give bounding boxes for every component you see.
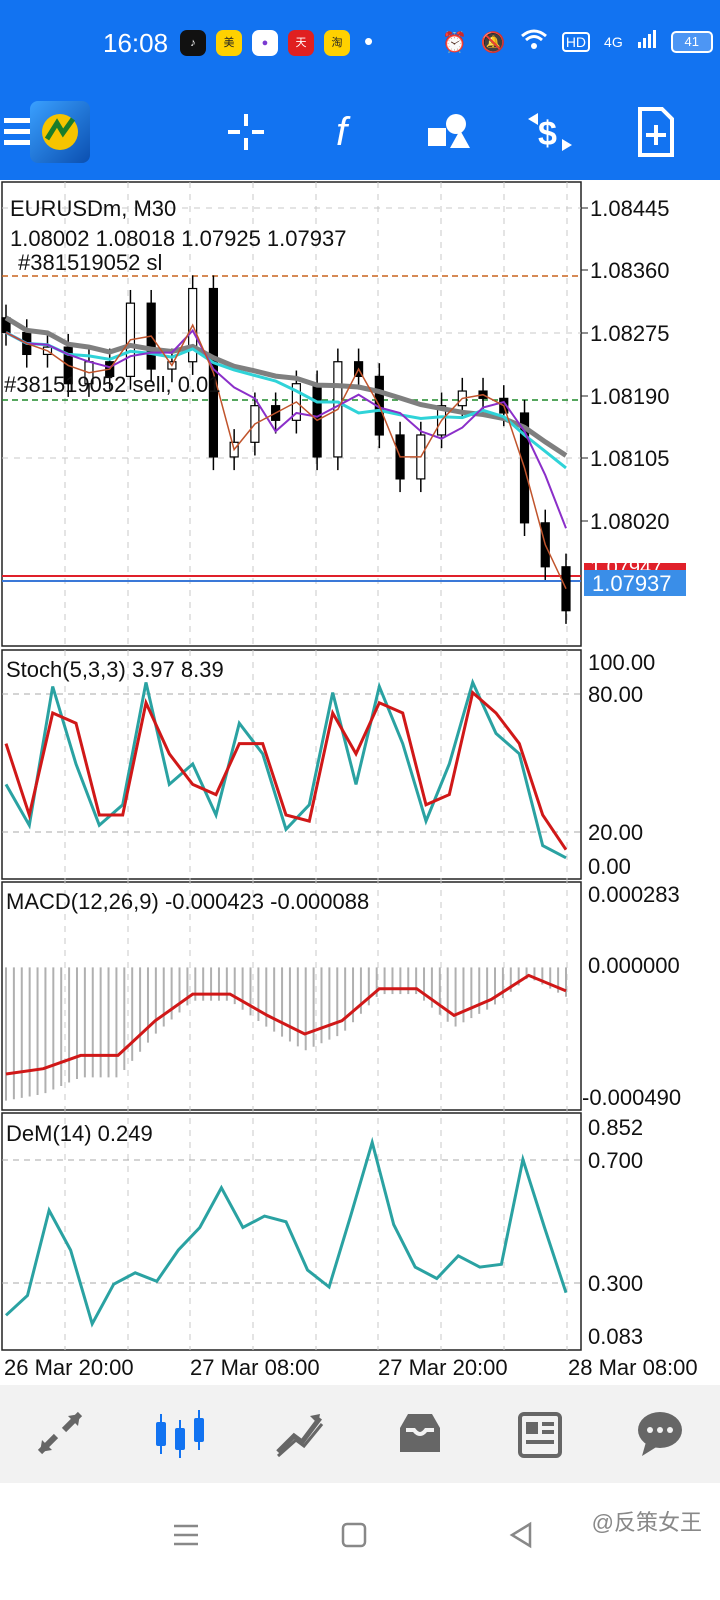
dem-axis-tick: 0.300 bbox=[588, 1271, 643, 1296]
price-tick: 1.08190 bbox=[590, 384, 670, 409]
stoch-label: Stoch(5,3,3) 3.97 8.39 bbox=[6, 657, 224, 682]
price-tick: 1.08275 bbox=[590, 321, 670, 346]
candles bbox=[1, 275, 571, 624]
dem-axis-tick: 0.700 bbox=[588, 1148, 643, 1173]
symbol-label: EURUSDm, M30 bbox=[10, 196, 176, 221]
svg-text:f: f bbox=[336, 110, 351, 154]
network-label: 4G bbox=[604, 34, 623, 50]
chat-icon[interactable] bbox=[625, 1399, 695, 1469]
alarm-icon: ⏰ bbox=[442, 31, 467, 54]
quotes-icon[interactable] bbox=[25, 1399, 95, 1469]
price-tick: 1.08105 bbox=[590, 446, 670, 471]
candle-body bbox=[561, 566, 571, 612]
ohlc-label: 1.08002 1.08018 1.07925 1.07937 bbox=[10, 226, 346, 251]
app-root: 16:08 ♪ 美 ● 天 淘 • ⏰ 🔕 HD 4G 41 f $ EURUS… bbox=[0, 0, 720, 1600]
chart-icon[interactable] bbox=[145, 1399, 215, 1469]
new-order-icon[interactable] bbox=[626, 102, 686, 162]
trade-icon[interactable]: $ bbox=[520, 102, 580, 162]
dem-axis-tick: 0.083 bbox=[588, 1324, 643, 1349]
current-price-label: 1.07937 bbox=[592, 571, 672, 596]
taobao-icon: 淘 bbox=[324, 30, 350, 56]
time-tick: 27 Mar 20:00 bbox=[378, 1355, 508, 1380]
price-axis: 1.08445 1.08360 1.08275 1.08190 1.08105 … bbox=[581, 196, 686, 596]
time-tick: 27 Mar 08:00 bbox=[190, 1355, 320, 1380]
back-icon[interactable] bbox=[508, 1521, 536, 1554]
stoch-axis-tick: 0.00 bbox=[588, 854, 631, 879]
sell-order-label: #381519052 sell, 0.01 bbox=[4, 372, 221, 397]
function-icon[interactable]: f bbox=[318, 102, 378, 162]
objects-icon[interactable] bbox=[420, 102, 480, 162]
battery-icon: 41 bbox=[670, 31, 713, 53]
price-tick: 1.08360 bbox=[590, 258, 670, 283]
dem-label: DeM(14) 0.249 bbox=[6, 1121, 153, 1146]
notification-icons: ♪ 美 ● 天 淘 bbox=[180, 30, 350, 56]
time-tick: 26 Mar 20:00 bbox=[4, 1355, 134, 1380]
stoch-axis-tick: 80.00 bbox=[588, 682, 643, 707]
macd-pane: MACD(12,26,9) -0.000423 -0.000088 0.0002… bbox=[5, 882, 681, 1110]
app-icon: ● bbox=[252, 30, 278, 56]
stoch-pane-border bbox=[1, 649, 582, 880]
stoch-main-line bbox=[4, 678, 567, 860]
watermark-text: @反策女王 bbox=[591, 1510, 702, 1535]
macd-axis-tick: 0.000283 bbox=[588, 882, 680, 907]
main-price-pane: EURUSDm, M30 1.08002 1.08018 1.07925 1.0… bbox=[1, 196, 686, 624]
meituan-icon: 美 bbox=[216, 30, 242, 56]
hd-icon: HD bbox=[561, 32, 591, 52]
app-logo[interactable] bbox=[30, 101, 90, 163]
clock: 16:08 bbox=[103, 28, 169, 58]
mute-icon: 🔕 bbox=[480, 31, 506, 54]
stoch-axis-tick: 100.00 bbox=[588, 650, 655, 675]
price-tick: 1.08445 bbox=[590, 196, 670, 221]
tmall-icon: 天 bbox=[288, 30, 314, 56]
sl-order-label: #381519052 sl bbox=[18, 250, 162, 275]
time-axis: 26 Mar 20:00 27 Mar 08:00 27 Mar 20:00 2… bbox=[4, 1355, 698, 1380]
time-tick: 28 Mar 08:00 bbox=[568, 1355, 698, 1380]
ma-mid-line bbox=[5, 328, 567, 529]
macd-axis-tick: -0.000490 bbox=[582, 1085, 681, 1110]
trade-nav-icon[interactable] bbox=[265, 1399, 335, 1469]
stoch-axis-tick: 20.00 bbox=[588, 820, 643, 845]
dem-line bbox=[4, 1136, 568, 1328]
stoch-pane: Stoch(5,3,3) 3.97 8.39 100.00 80.00 20.0… bbox=[2, 650, 655, 879]
svg-text:$: $ bbox=[538, 115, 557, 153]
history-icon[interactable] bbox=[385, 1399, 455, 1469]
signal-icon bbox=[637, 29, 657, 55]
dem-axis-tick: 0.852 bbox=[588, 1115, 643, 1140]
home-icon[interactable] bbox=[340, 1521, 368, 1554]
tiktok-icon: ♪ bbox=[180, 30, 206, 56]
macd-histogram bbox=[5, 967, 567, 1101]
news-icon[interactable] bbox=[505, 1399, 575, 1469]
macd-axis-tick: 0.000000 bbox=[588, 953, 680, 978]
more-notifications-icon: • bbox=[364, 26, 374, 56]
system-icons: ⏰ 🔕 HD 4G 41 bbox=[442, 28, 713, 56]
metatrader-logo-icon bbox=[30, 101, 90, 163]
recents-icon[interactable] bbox=[172, 1521, 200, 1554]
macd-label: MACD(12,26,9) -0.000423 -0.000088 bbox=[6, 889, 369, 914]
chart-svg[interactable]: EURUSDm, M30 1.08002 1.08018 1.07925 1.0… bbox=[0, 180, 720, 1385]
price-tick: 1.08020 bbox=[590, 509, 670, 534]
wifi-icon bbox=[520, 28, 548, 56]
system-nav-bar: @反策女王 bbox=[0, 1483, 720, 1600]
chart-area[interactable]: EURUSDm, M30 1.08002 1.08018 1.07925 1.0… bbox=[0, 180, 720, 1385]
dem-pane: DeM(14) 0.249 0.852 0.700 0.300 0.083 bbox=[2, 1115, 643, 1349]
macd-signal-line bbox=[5, 973, 567, 1076]
bottom-nav bbox=[0, 1385, 720, 1483]
crosshair-icon[interactable] bbox=[216, 102, 276, 162]
top-toolbar: f $ bbox=[0, 88, 720, 180]
status-bar: 16:08 ♪ 美 ● 天 淘 • ⏰ 🔕 HD 4G 41 bbox=[0, 0, 720, 88]
